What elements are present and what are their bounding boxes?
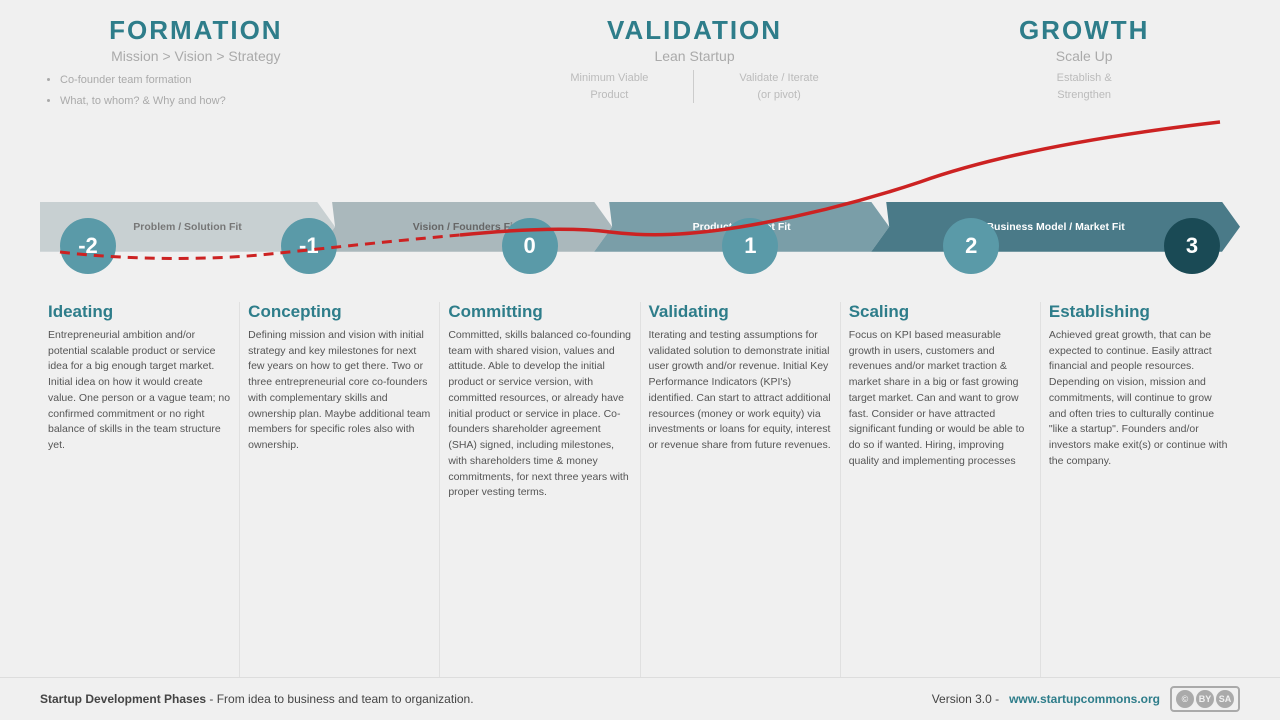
growth-header: GROWTH Scale Up Establish &Strengthen: [928, 15, 1240, 112]
stage-circle-0: 0: [502, 218, 558, 274]
footer-right: Version 3.0 - www.startupcommons.org © B…: [932, 686, 1240, 712]
formation-bullet-1: Co-founder team formation: [60, 70, 226, 91]
desc-text-scaling: Focus on KPI based measurable growth in …: [849, 328, 1032, 470]
validation-desc2: Validate / Iterate(or pivot): [739, 70, 818, 103]
stage-circle-3: 3: [1164, 218, 1220, 274]
formation-bullet-2: What, to whom? & Why and how?: [60, 91, 226, 112]
growth-subtitle: Scale Up: [1056, 48, 1113, 64]
desc-heading-ideating: Ideating: [48, 302, 231, 322]
desc-col-scaling: Scaling Focus on KPI based measurable gr…: [840, 302, 1040, 677]
desc-text-concepting: Defining mission and vision with initial…: [248, 328, 431, 454]
desc-text-validating: Iterating and testing assumptions for va…: [649, 328, 832, 454]
stage-circle-2: 2: [943, 218, 999, 274]
cc-icon: ©: [1176, 690, 1194, 708]
validation-header: VALIDATION Lean Startup Minimum ViablePr…: [539, 15, 851, 112]
formation-subtitle: Mission > Vision > Strategy: [111, 48, 280, 64]
footer-version: Version 3.0 -: [932, 692, 999, 706]
formation-title: FORMATION: [109, 15, 283, 46]
stage-circle-minus1: -1: [281, 218, 337, 274]
footer: Startup Development Phases - From idea t…: [0, 677, 1280, 720]
footer-left: Startup Development Phases - From idea t…: [40, 692, 474, 706]
validation-desc1: Minimum ViableProduct: [570, 70, 648, 103]
desc-col-ideating: Ideating Entrepreneurial ambition and/or…: [40, 302, 239, 677]
main-container: FORMATION Mission > Vision > Strategy Co…: [0, 0, 1280, 720]
diagram-section: Problem / Solution Fit Vision / Founders…: [40, 117, 1240, 292]
desc-col-committing: Committing Committed, skills balanced co…: [439, 302, 639, 677]
header-area: FORMATION Mission > Vision > Strategy Co…: [0, 0, 1280, 112]
descriptions-section: Ideating Entrepreneurial ambition and/or…: [0, 292, 1280, 677]
formation-header: FORMATION Mission > Vision > Strategy Co…: [40, 15, 352, 112]
formation-bullets: Co-founder team formation What, to whom?…: [40, 70, 226, 112]
desc-heading-scaling: Scaling: [849, 302, 1032, 322]
desc-col-concepting: Concepting Defining mission and vision w…: [239, 302, 439, 677]
desc-col-validating: Validating Iterating and testing assumpt…: [640, 302, 840, 677]
growth-desc: Establish &Strengthen: [1057, 70, 1112, 103]
desc-heading-validating: Validating: [649, 302, 832, 322]
desc-heading-concepting: Concepting: [248, 302, 431, 322]
desc-text-committing: Committed, skills balanced co-founding t…: [448, 328, 631, 501]
cc-badge: © BY SA: [1170, 686, 1240, 712]
validation-subtitle: Lean Startup: [654, 48, 734, 64]
desc-heading-committing: Committing: [448, 302, 631, 322]
validation-title: VALIDATION: [607, 15, 782, 46]
stage-circle-1: 1: [722, 218, 778, 274]
stage-circle-minus2: -2: [60, 218, 116, 274]
sa-icon: SA: [1216, 690, 1234, 708]
desc-col-establishing: Establishing Achieved great growth, that…: [1040, 302, 1240, 677]
footer-link[interactable]: www.startupcommons.org: [1009, 692, 1160, 706]
desc-text-establishing: Achieved great growth, that can be expec…: [1049, 328, 1232, 470]
by-icon: BY: [1196, 690, 1214, 708]
growth-title: GROWTH: [1019, 15, 1149, 46]
desc-text-ideating: Entrepreneurial ambition and/or potentia…: [48, 328, 231, 454]
footer-rest-text: - From idea to business and team to orga…: [206, 692, 473, 706]
footer-bold-text: Startup Development Phases: [40, 692, 206, 706]
desc-heading-establishing: Establishing: [1049, 302, 1232, 322]
